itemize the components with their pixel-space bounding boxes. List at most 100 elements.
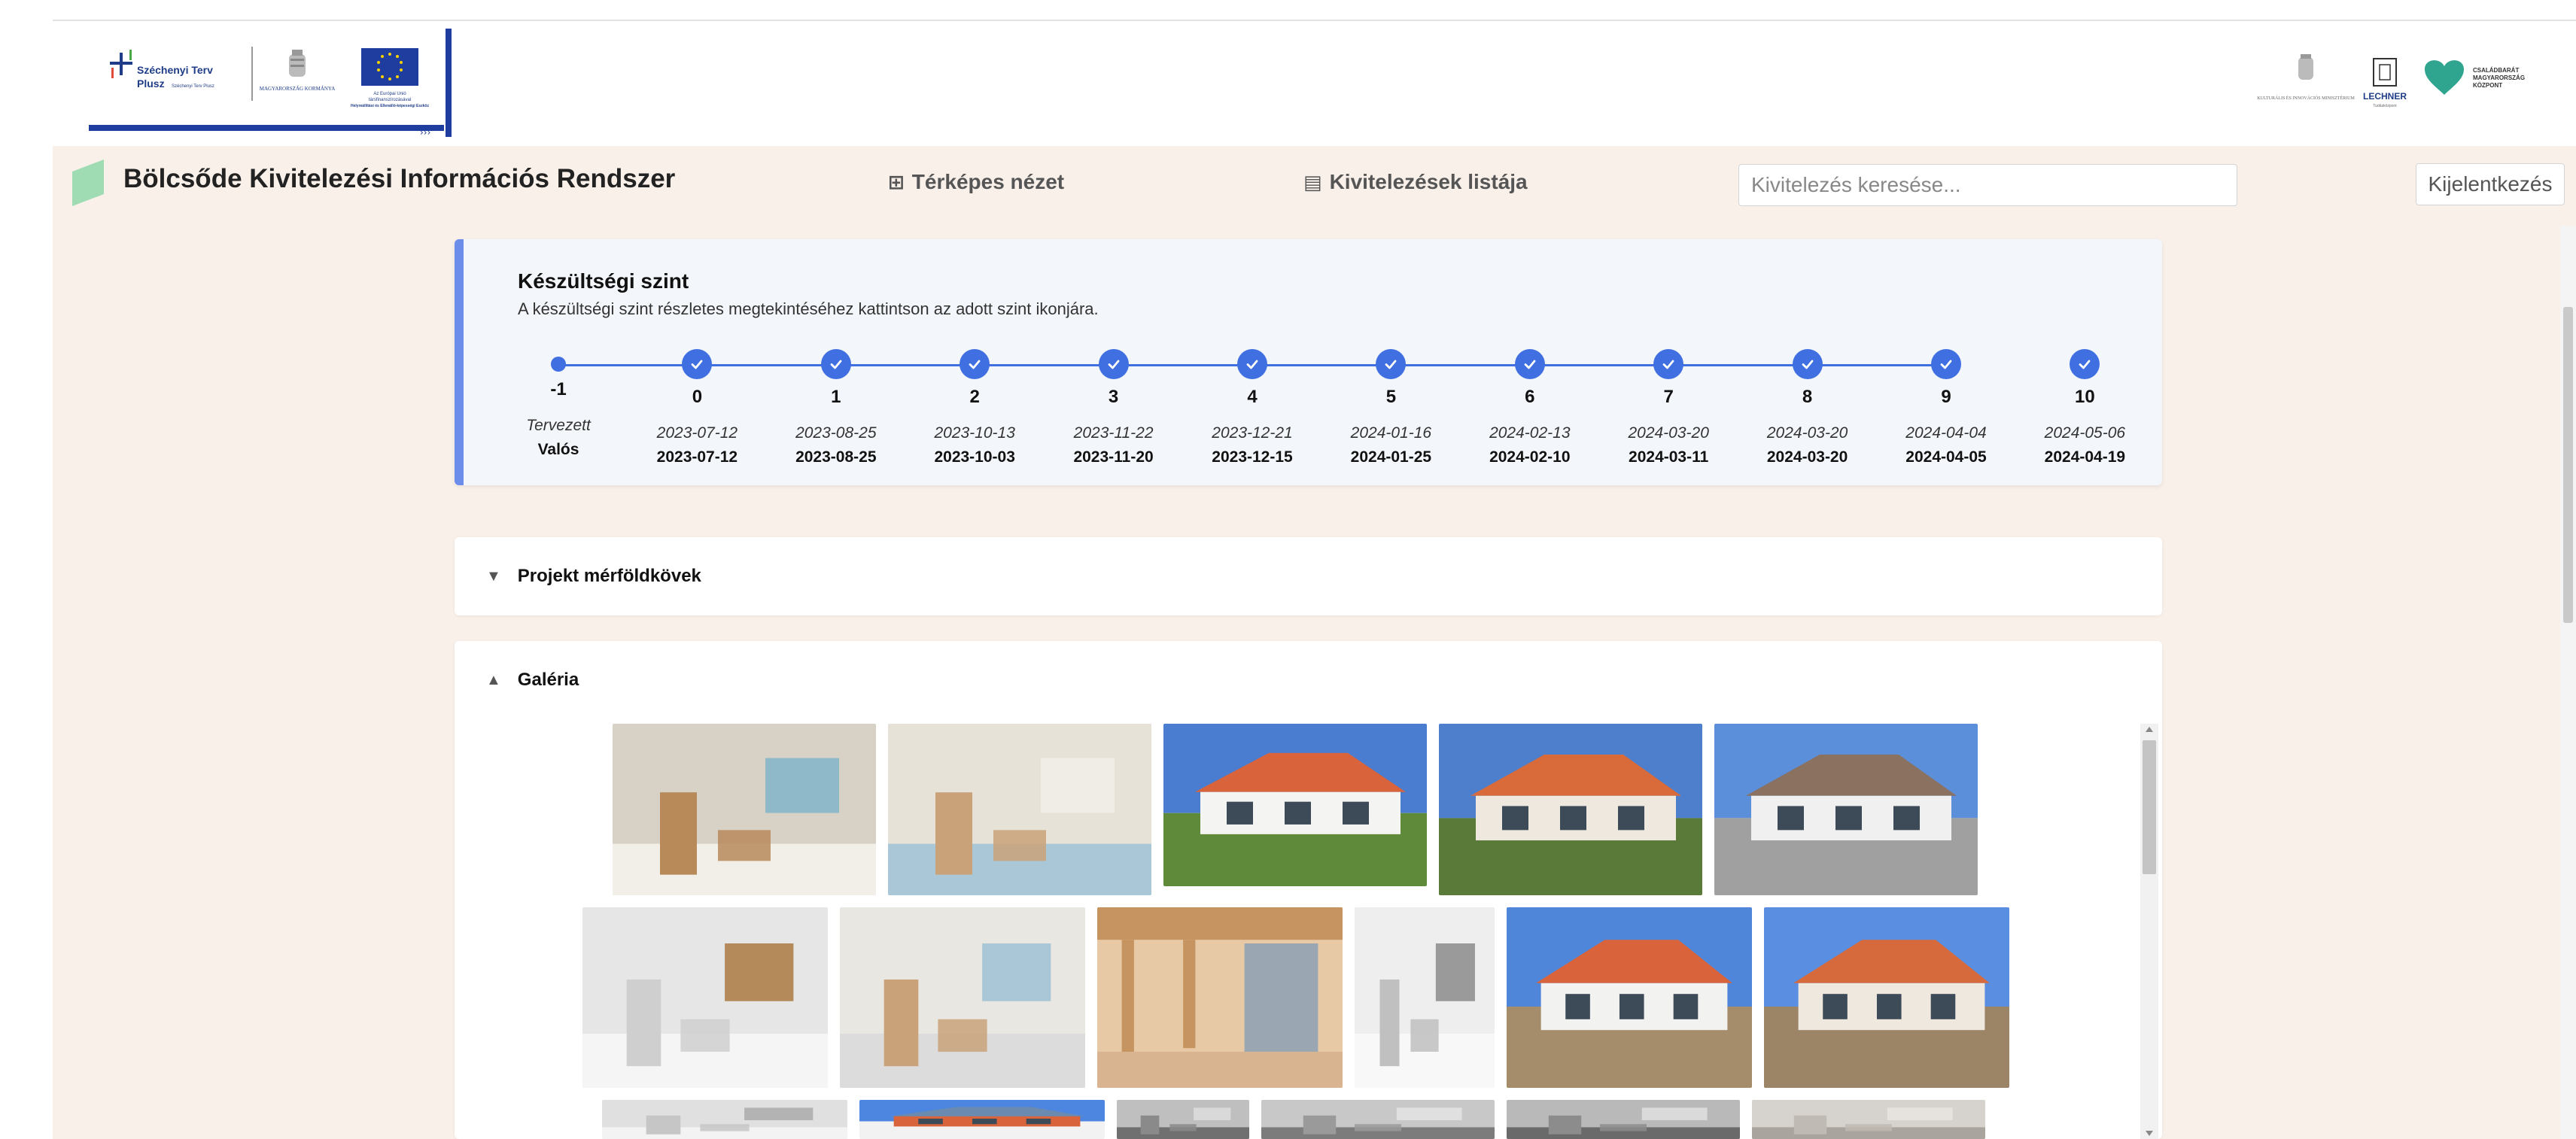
gallery-photo[interactable] <box>888 724 1151 895</box>
progress-step[interactable]: 3 2023-11-22 2023-11-20 <box>1054 349 1174 466</box>
gallery-photo[interactable] <box>1261 1100 1495 1139</box>
gallery-scrollbar[interactable] <box>2140 724 2158 1139</box>
page-scroll-thumb[interactable] <box>2563 307 2573 623</box>
gallery-photo[interactable] <box>859 1100 1105 1139</box>
ministry-label: MAGYARORSZÁG KORMÁNYA <box>260 86 336 92</box>
scroll-up-arrow-icon[interactable] <box>2146 727 2153 732</box>
step-num: 2 <box>969 387 980 407</box>
gallery-photo[interactable] <box>1764 907 2009 1088</box>
gallery-photo[interactable] <box>1714 724 1978 895</box>
progress-step[interactable]: 7 2024-03-20 2024-03-11 <box>1608 349 1729 466</box>
app-title[interactable]: Bölcsőde Kivitelezési Információs Rendsz… <box>123 164 675 194</box>
page-scrollbar[interactable] <box>2560 226 2576 1139</box>
progress-step[interactable]: 2 2023-10-13 2023-10-03 <box>914 349 1035 466</box>
top-divider <box>53 20 2576 21</box>
step-actual: 2024-03-20 <box>1766 448 1848 466</box>
check-circle-icon[interactable] <box>682 349 713 379</box>
milestones-header[interactable]: ▼ Projekt mérföldkövek <box>486 566 701 587</box>
step-num: 4 <box>1247 387 1258 407</box>
family-line2: MAGYARORSZÁG <box>2473 74 2525 81</box>
step-num: 10 <box>2075 387 2095 407</box>
step-planned: 2024-05-06 <box>2044 424 2126 442</box>
gallery-photo[interactable] <box>1097 907 1343 1088</box>
step-planned: 2023-07-12 <box>656 424 738 442</box>
progress-step[interactable]: 5 2024-01-16 2024-01-25 <box>1331 349 1451 466</box>
nav-construction-list[interactable]: ▤ Kivitelezések listája <box>1303 170 1528 194</box>
family-heart-icon <box>2425 60 2464 95</box>
check-circle-icon[interactable] <box>1237 349 1267 379</box>
progress-step[interactable]: 0 2023-07-12 2023-07-12 <box>637 349 757 466</box>
check-circle-icon[interactable] <box>1376 349 1407 379</box>
step-num: 8 <box>1802 387 1813 407</box>
map-grid-icon: ⊞ <box>888 170 905 193</box>
check-circle-icon[interactable] <box>1792 349 1823 379</box>
step-planned: 2023-12-21 <box>1212 424 1293 442</box>
sponsor-logos-right: KULTURÁLIS ÉS INNOVÁCIÓS MINISZTÉRIUM LE… <box>2250 53 2551 113</box>
lechner-label: LECHNER <box>2363 91 2407 102</box>
gallery-photo[interactable] <box>1507 1100 1740 1139</box>
step-actual: 2023-12-15 <box>1212 448 1293 466</box>
gallery-photo[interactable] <box>1163 724 1427 886</box>
check-circle-icon[interactable] <box>820 349 851 379</box>
gallery-photo[interactable] <box>840 907 1085 1088</box>
progress-step[interactable]: 8 2024-03-20 2024-03-20 <box>1747 349 1868 466</box>
eu-line2: társfinanszírozásával <box>369 98 411 102</box>
progress-step[interactable]: 1 2023-08-25 2023-08-25 <box>776 349 896 466</box>
check-circle-icon[interactable] <box>2070 349 2100 379</box>
gallery-photo[interactable] <box>582 907 828 1088</box>
step-planned: 2024-03-20 <box>1766 424 1848 442</box>
progress-step[interactable]: 6 2024-02-13 2024-02-10 <box>1470 349 1590 466</box>
check-circle-icon[interactable] <box>1653 349 1684 379</box>
check-circle-icon[interactable] <box>1514 349 1545 379</box>
nav-list-label: Kivitelezések listája <box>1329 170 1528 193</box>
gallery-photo[interactable] <box>1439 724 1702 895</box>
gallery-photo[interactable] <box>1355 907 1495 1088</box>
progress-card: Készültségi szint A készültségi szint ré… <box>455 239 2162 485</box>
szechenyi-line2: Plusz <box>137 77 165 90</box>
dot-icon[interactable] <box>551 357 566 372</box>
app-logo-icon <box>72 159 104 206</box>
gallery-grid <box>455 724 2162 1139</box>
nav-map-view[interactable]: ⊞ Térképes nézet <box>888 170 1064 194</box>
gallery-photo[interactable] <box>613 724 876 895</box>
gallery-scroll-thumb[interactable] <box>2143 740 2156 874</box>
check-circle-icon[interactable] <box>960 349 990 379</box>
eu-line1: Az Európai Unió <box>373 92 406 96</box>
step-num: 1 <box>831 387 841 407</box>
step-planned: Tervezett <box>526 417 591 434</box>
progress-step[interactable]: 10 2024-05-06 2024-04-19 <box>2024 349 2145 466</box>
family-line1: CSALÁDBARÁT <box>2473 67 2519 74</box>
scroll-down-arrow-icon[interactable] <box>2146 1131 2153 1136</box>
ministry-right-label: KULTURÁLIS ÉS INNOVÁCIÓS MINISZTÉRIUM <box>2257 95 2355 101</box>
gallery-photo[interactable] <box>602 1100 847 1139</box>
gallery-label: Galéria <box>517 670 579 690</box>
search-input[interactable] <box>1738 164 2237 206</box>
step-actual: 2023-11-20 <box>1073 448 1154 466</box>
gallery-header[interactable]: ▲ Galéria <box>486 670 579 691</box>
triangle-up-icon: ▲ <box>486 671 501 688</box>
step-num: 3 <box>1108 387 1119 407</box>
step-planned: 2023-11-22 <box>1073 424 1154 442</box>
check-circle-icon[interactable] <box>1931 349 1961 379</box>
step-num: 5 <box>1385 387 1397 407</box>
nav-map-label: Térképes nézet <box>911 170 1065 193</box>
gallery-photo[interactable] <box>1117 1100 1249 1139</box>
step-actual: 2024-02-10 <box>1489 448 1571 466</box>
sponsor-logos-left: Széchenyi Terv Plusz Széchenyi Terv Plus… <box>89 29 452 138</box>
lechner-sub: Tudásközpont <box>2373 104 2397 108</box>
milestones-label: Projekt mérföldkövek <box>517 566 701 586</box>
step-actual: Valós <box>537 441 579 458</box>
logout-button[interactable]: Kijelentkezés <box>2416 163 2565 205</box>
step-planned: 2023-10-13 <box>934 424 1015 442</box>
step-actual: 2023-07-12 <box>656 448 738 466</box>
milestones-accordion[interactable]: ▼ Projekt mérföldkövek <box>455 537 2162 615</box>
progress-step[interactable]: -1 Tervezett Valós <box>498 349 619 459</box>
step-actual: 2024-04-19 <box>2044 448 2126 466</box>
progress-step[interactable]: 9 2024-04-04 2024-04-05 <box>1886 349 2006 466</box>
gallery-photo[interactable] <box>1752 1100 1985 1139</box>
check-circle-icon[interactable] <box>1098 349 1129 379</box>
step-planned: 2024-04-04 <box>1905 424 1987 442</box>
gallery-photo[interactable] <box>1507 907 1752 1088</box>
progress-step[interactable]: 4 2023-12-21 2023-12-15 <box>1192 349 1312 466</box>
step-num: -1 <box>550 379 567 399</box>
